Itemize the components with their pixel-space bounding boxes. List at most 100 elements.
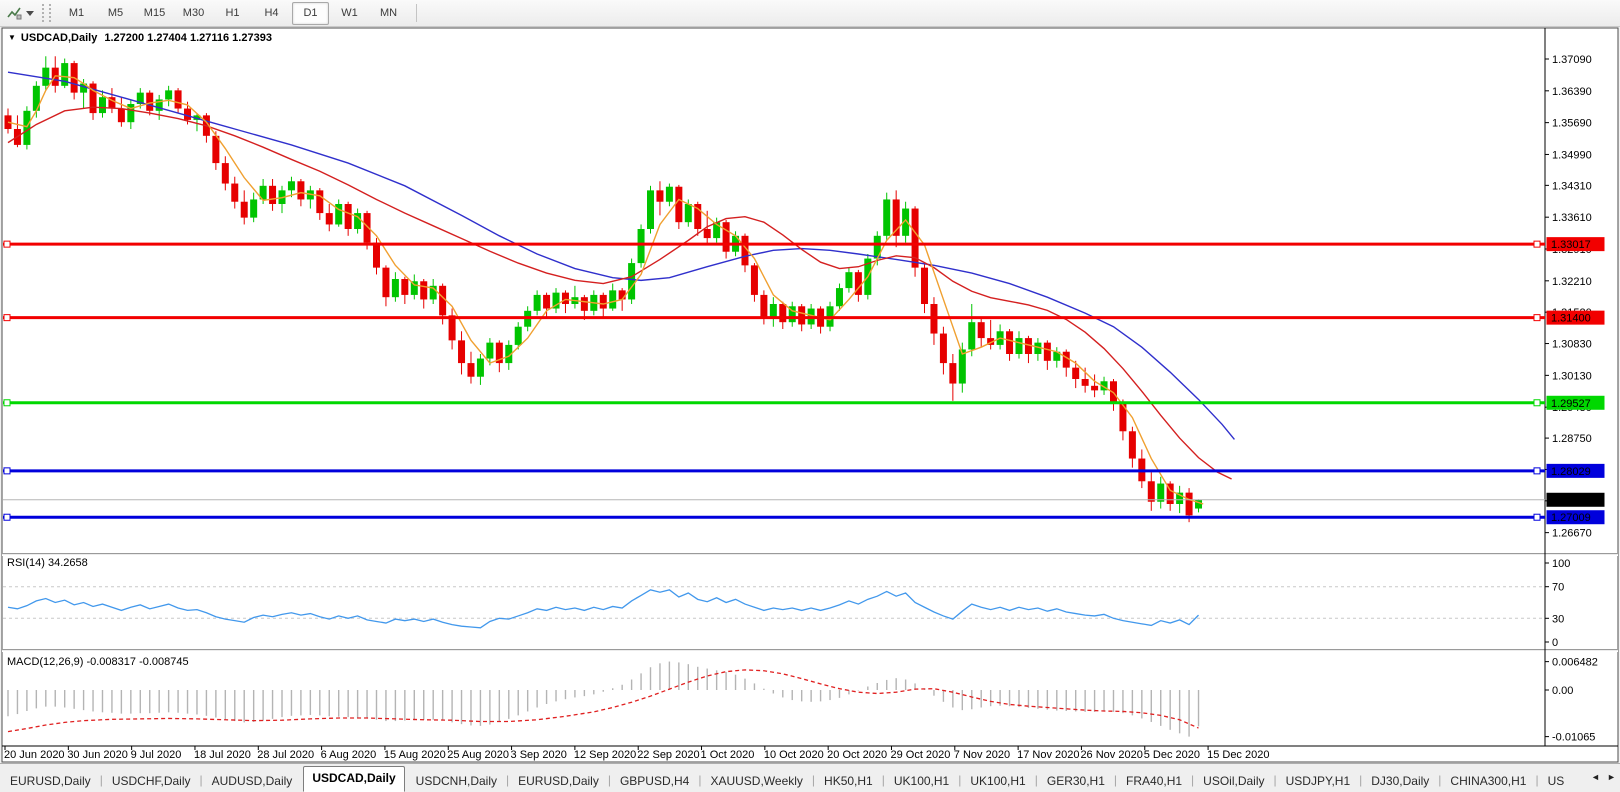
candle-bull bbox=[684, 204, 692, 223]
tab-scroll-right-icon[interactable]: ► bbox=[1605, 770, 1618, 784]
tab-eurusd-daily[interactable]: EURUSD,Daily bbox=[2, 771, 99, 792]
date-axis-label: 9 Jul 2020 bbox=[131, 749, 182, 761]
tab-separator: | bbox=[698, 773, 702, 787]
hline-handle[interactable] bbox=[1533, 513, 1541, 521]
date-axis-label: 12 Sep 2020 bbox=[574, 749, 636, 761]
hline-handle[interactable] bbox=[1533, 399, 1541, 407]
candle-bear bbox=[344, 204, 352, 229]
candle-bull bbox=[250, 199, 258, 218]
candle-bear bbox=[458, 340, 466, 364]
candle-bull bbox=[1015, 338, 1023, 354]
candle-bear bbox=[618, 290, 626, 300]
candle-bear bbox=[1091, 385, 1099, 391]
price-axis-tick: 1.30130 bbox=[1552, 370, 1592, 382]
candle-bull bbox=[165, 90, 173, 100]
date-axis-label: 6 Aug 2020 bbox=[321, 749, 377, 761]
tab-overflow-partial[interactable]: US bbox=[1540, 771, 1573, 792]
candle-bear bbox=[325, 213, 333, 225]
candle-bear bbox=[543, 294, 551, 309]
chart-title-symbol: USDCAD,Daily bbox=[20, 32, 98, 44]
candle-bear bbox=[580, 297, 588, 311]
tab-ger30-h1[interactable]: GER30,H1 bbox=[1039, 771, 1113, 792]
candle-bear bbox=[146, 92, 154, 111]
hline-handle[interactable] bbox=[1533, 467, 1541, 475]
macd-axis-tick: -0.01065 bbox=[1552, 732, 1595, 744]
tab-usdcad-daily[interactable]: USDCAD,Daily bbox=[303, 766, 405, 792]
hline-price-label: 1.31400 bbox=[1551, 313, 1591, 325]
tab-separator: | bbox=[811, 773, 816, 787]
candle-bear bbox=[656, 190, 664, 202]
tab-usdjpy-h1[interactable]: USDJPY,H1 bbox=[1278, 771, 1358, 792]
candle-bull bbox=[486, 342, 494, 359]
price-axis-tick: 1.35690 bbox=[1552, 118, 1592, 130]
tab-fra40-h1[interactable]: FRA40,H1 bbox=[1118, 771, 1190, 792]
candle-bear bbox=[949, 363, 957, 384]
price-axis-tick: 1.34310 bbox=[1552, 180, 1592, 192]
candle-bear bbox=[750, 265, 758, 295]
tab-usdchf-daily[interactable]: USDCHF,Daily bbox=[104, 771, 199, 792]
candle-bear bbox=[939, 333, 947, 364]
candle-bull bbox=[476, 358, 484, 377]
date-axis-label: 17 Nov 2020 bbox=[1017, 749, 1079, 761]
tab-audusd-daily[interactable]: AUDUSD,Daily bbox=[204, 771, 301, 792]
candle-bull bbox=[23, 110, 31, 145]
hline-handle[interactable] bbox=[3, 314, 11, 322]
tab-usoil-daily[interactable]: USOil,Daily bbox=[1195, 771, 1272, 792]
hline-handle[interactable] bbox=[1533, 240, 1541, 248]
candle-bear bbox=[561, 292, 569, 304]
chart-tab-bar: EURUSD,Daily | USDCHF,Daily | AUDUSD,Daily US… bbox=[0, 763, 1620, 792]
candle-bear bbox=[174, 90, 182, 109]
candle-bear bbox=[798, 306, 806, 325]
candle-bear bbox=[1128, 431, 1136, 459]
tab-uk100-h1[interactable]: UK100,H1 bbox=[962, 771, 1033, 792]
hline-handle[interactable] bbox=[3, 240, 11, 248]
tab-xauusd-weekly[interactable]: XAUUSD,Weekly bbox=[702, 771, 810, 792]
tab-dj30-daily[interactable]: DJ30,Daily bbox=[1363, 771, 1437, 792]
date-axis-label: 26 Nov 2020 bbox=[1080, 749, 1142, 761]
hline-handle[interactable] bbox=[3, 399, 11, 407]
macd-indicator-label: MACD(12,26,9) -0.008317 -0.008745 bbox=[7, 656, 189, 668]
date-axis-label: 30 Jun 2020 bbox=[67, 749, 128, 761]
hline-handle[interactable] bbox=[1533, 314, 1541, 322]
candle-bear bbox=[977, 322, 985, 339]
tab-separator: | bbox=[881, 773, 885, 787]
candle-bear bbox=[372, 242, 380, 268]
tab-eurusd-daily[interactable]: EURUSD,Daily bbox=[510, 771, 607, 792]
hline-handle[interactable] bbox=[3, 467, 11, 475]
tab-separator: | bbox=[99, 773, 103, 787]
candle-bear bbox=[117, 108, 125, 123]
candle-bear bbox=[240, 201, 248, 218]
candle-bear bbox=[722, 222, 730, 252]
candle-bear bbox=[184, 108, 192, 120]
price-axis-tick: 1.28750 bbox=[1552, 433, 1592, 445]
date-axis-label: 20 Oct 2020 bbox=[827, 749, 887, 761]
macd-axis-tick: 0.00 bbox=[1552, 685, 1573, 697]
tab-separator: | bbox=[607, 773, 611, 787]
candle-bull bbox=[287, 181, 295, 191]
candle-bull bbox=[391, 279, 399, 298]
date-axis-label: 3 Sep 2020 bbox=[511, 749, 567, 761]
hline-handle[interactable] bbox=[3, 513, 11, 521]
tab-separator: | bbox=[506, 773, 510, 787]
candle-bear bbox=[297, 181, 305, 200]
tab-uk100-h1[interactable]: UK100,H1 bbox=[886, 771, 957, 792]
candle-bear bbox=[221, 163, 229, 184]
candle-bear bbox=[420, 281, 428, 300]
tab-hk50-h1[interactable]: HK50,H1 bbox=[816, 771, 881, 792]
date-axis-label: 20 Jun 2020 bbox=[4, 749, 65, 761]
collapse-icon[interactable]: ▼ bbox=[8, 33, 16, 42]
candle-bull bbox=[665, 186, 673, 202]
tab-scroll-left-icon[interactable]: ◄ bbox=[1589, 770, 1602, 784]
date-axis-label: 28 Jul 2020 bbox=[257, 749, 314, 761]
rsi-axis-tick: 70 bbox=[1552, 582, 1564, 594]
tab-usdcnh-daily[interactable]: USDCNH,Daily bbox=[408, 771, 505, 792]
chart-canvas[interactable]: 1.37090 1.36390 1.35690 1.34990 1.34310 1.336… bbox=[0, 0, 1620, 792]
candle-bear bbox=[675, 186, 683, 223]
tab-gbpusd-h4[interactable]: GBPUSD,H4 bbox=[612, 771, 697, 792]
date-axis-label: 1 Oct 2020 bbox=[701, 749, 755, 761]
date-axis-label: 7 Nov 2020 bbox=[954, 749, 1010, 761]
candle-bear bbox=[703, 229, 711, 239]
tab-china300-h1[interactable]: CHINA300,H1 bbox=[1442, 771, 1534, 792]
candle-bull bbox=[845, 272, 853, 289]
rsi-axis-tick: 100 bbox=[1552, 558, 1570, 570]
